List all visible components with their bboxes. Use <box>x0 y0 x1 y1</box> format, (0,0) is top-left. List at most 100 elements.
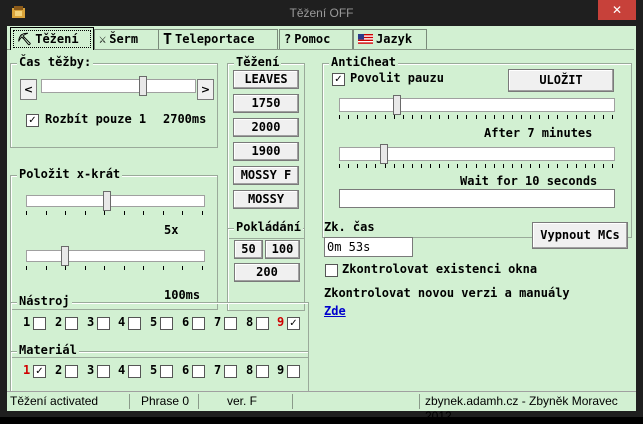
material-checkbox-8[interactable] <box>256 365 269 378</box>
nastroj-checkbox-8[interactable] <box>256 317 269 330</box>
nastroj-checkbox-5[interactable] <box>160 317 173 330</box>
slider-tick <box>594 115 595 119</box>
slider-tick <box>521 164 522 168</box>
tab-serm[interactable]: ⚔ Šerm <box>94 29 159 49</box>
polozit-delay-slider-thumb[interactable] <box>61 246 69 266</box>
nastroj-checkbox-6[interactable] <box>192 317 205 330</box>
slider-tick <box>512 115 513 119</box>
preset-2000-button[interactable]: 2000 <box>233 118 299 137</box>
slider-tick <box>557 164 558 168</box>
pokladani-label: Pokládání <box>234 220 304 234</box>
slider-tick <box>357 115 358 119</box>
slider-tick <box>421 164 422 168</box>
nastroj-label: Nástroj <box>17 294 72 308</box>
cas-left-arrow-button[interactable]: < <box>20 79 37 100</box>
ulozit-button[interactable]: ULOŽIT <box>508 69 614 92</box>
tab-label: Šerm <box>109 32 139 46</box>
cas-tezby-slider-track[interactable] <box>41 76 196 96</box>
slider-tick <box>457 115 458 119</box>
anticheat-text-field[interactable] <box>339 189 615 208</box>
nastroj-checkbox-9[interactable]: ✓ <box>287 317 300 330</box>
material-number-7: 7 <box>214 363 222 377</box>
window-title: Těžení OFF <box>289 6 354 20</box>
polozit-delay-slider-track[interactable] <box>26 246 205 266</box>
close-button[interactable]: ✕ <box>598 0 636 20</box>
nastroj-checkbox-3[interactable] <box>97 317 110 330</box>
preset-1750-button[interactable]: 1750 <box>233 94 299 113</box>
leaves-button[interactable]: LEAVES <box>233 70 299 89</box>
nastroj-checkbox-1[interactable] <box>33 317 46 330</box>
material-label: Materiál <box>17 343 79 357</box>
cas-tezby-group <box>10 63 218 148</box>
pickaxe-icon: ⛏ <box>17 32 33 46</box>
slider-tick <box>394 164 395 168</box>
tab-teleportace[interactable]: T Teleportace <box>158 29 278 49</box>
nastroj-checkbox-2[interactable] <box>65 317 78 330</box>
status-divider <box>198 394 199 409</box>
polozit-label: Položit x-krát <box>17 167 123 181</box>
after-minutes-text: After 7 minutes <box>484 126 593 140</box>
rozbit-pouze-checkbox[interactable]: ✓ <box>26 114 39 127</box>
nastroj-checkbox-4[interactable] <box>128 317 141 330</box>
slider-tick <box>466 115 467 119</box>
pokladani-50-button[interactable]: 50 <box>234 240 263 259</box>
mossy-f-button[interactable]: MOSSY F <box>233 166 299 185</box>
anticheat-wait-slider-track[interactable] <box>339 144 615 164</box>
slider-tick <box>26 266 27 270</box>
title-bar[interactable]: Těžení OFF ✕ <box>0 0 643 26</box>
anticheat-pause-slider-thumb[interactable] <box>393 95 401 115</box>
slider-tick <box>421 115 422 119</box>
preset-1900-button[interactable]: 1900 <box>233 142 299 161</box>
material-number-3: 3 <box>87 363 95 377</box>
cas-tezby-value: 2700ms <box>163 112 207 126</box>
vypnout-mcs-button[interactable]: Vypnout MCs <box>532 222 628 249</box>
pokladani-200-button[interactable]: 200 <box>234 263 300 282</box>
slider-tick <box>548 164 549 168</box>
material-checkbox-6[interactable] <box>192 365 205 378</box>
tab-pomoc[interactable]: ? Pomoc <box>279 29 353 49</box>
slider-tick <box>65 266 66 270</box>
material-checkbox-2[interactable] <box>65 365 78 378</box>
cas-right-arrow-button[interactable]: > <box>197 79 214 100</box>
slider-tick <box>104 211 105 215</box>
slider-tick <box>530 115 531 119</box>
nastroj-checkbox-7[interactable] <box>224 317 237 330</box>
polozit-count-slider-track[interactable] <box>26 191 205 211</box>
material-checkbox-9[interactable] <box>287 365 300 378</box>
material-number-4: 4 <box>118 363 126 377</box>
material-checkbox-3[interactable] <box>97 365 110 378</box>
cas-tezby-slider-thumb[interactable] <box>139 76 147 96</box>
nastroj-number-9: 9 <box>277 315 285 329</box>
slider-tick <box>466 164 467 168</box>
material-checkbox-4[interactable] <box>128 365 141 378</box>
tab-tezeni[interactable]: ⛏ Těžení <box>10 27 94 50</box>
slider-tick <box>594 164 595 168</box>
polozit-count-slider-thumb[interactable] <box>103 191 111 211</box>
material-checkbox-1[interactable]: ✓ <box>33 365 46 378</box>
slider-tick <box>494 115 495 119</box>
slider-tick <box>430 164 431 168</box>
slider-tick <box>430 115 431 119</box>
nastroj-number-4: 4 <box>118 315 126 329</box>
mossy-button[interactable]: MOSSY <box>233 190 299 209</box>
zde-link[interactable]: Zde <box>324 304 346 318</box>
slider-tick <box>439 164 440 168</box>
anticheat-wait-slider-thumb[interactable] <box>380 144 388 164</box>
anticheat-pause-slider-track[interactable] <box>339 95 615 115</box>
check-window-label: Zkontrolovat existenci okna <box>342 262 538 276</box>
tab-jazyk[interactable]: Jazyk <box>353 29 427 49</box>
check-window-checkbox[interactable] <box>325 264 338 277</box>
material-checkbox-5[interactable] <box>160 365 173 378</box>
tab-label: Pomoc <box>294 32 331 46</box>
pokladani-100-button[interactable]: 100 <box>265 240 300 259</box>
slider-tick <box>403 164 404 168</box>
slider-tick <box>557 115 558 119</box>
nastroj-number-7: 7 <box>214 315 222 329</box>
polozit-delay-value: 100ms <box>164 288 201 302</box>
material-checkbox-7[interactable] <box>224 365 237 378</box>
slider-tick <box>494 164 495 168</box>
tab-panel-tezeni: Čas těžby: < > ✓ Rozbít pouze 1 2700ms P… <box>7 49 634 407</box>
povolit-pauzu-checkbox[interactable]: ✓ <box>332 73 345 86</box>
slider-tick <box>512 164 513 168</box>
zk-cas-field[interactable]: 0m 53s <box>324 237 413 257</box>
